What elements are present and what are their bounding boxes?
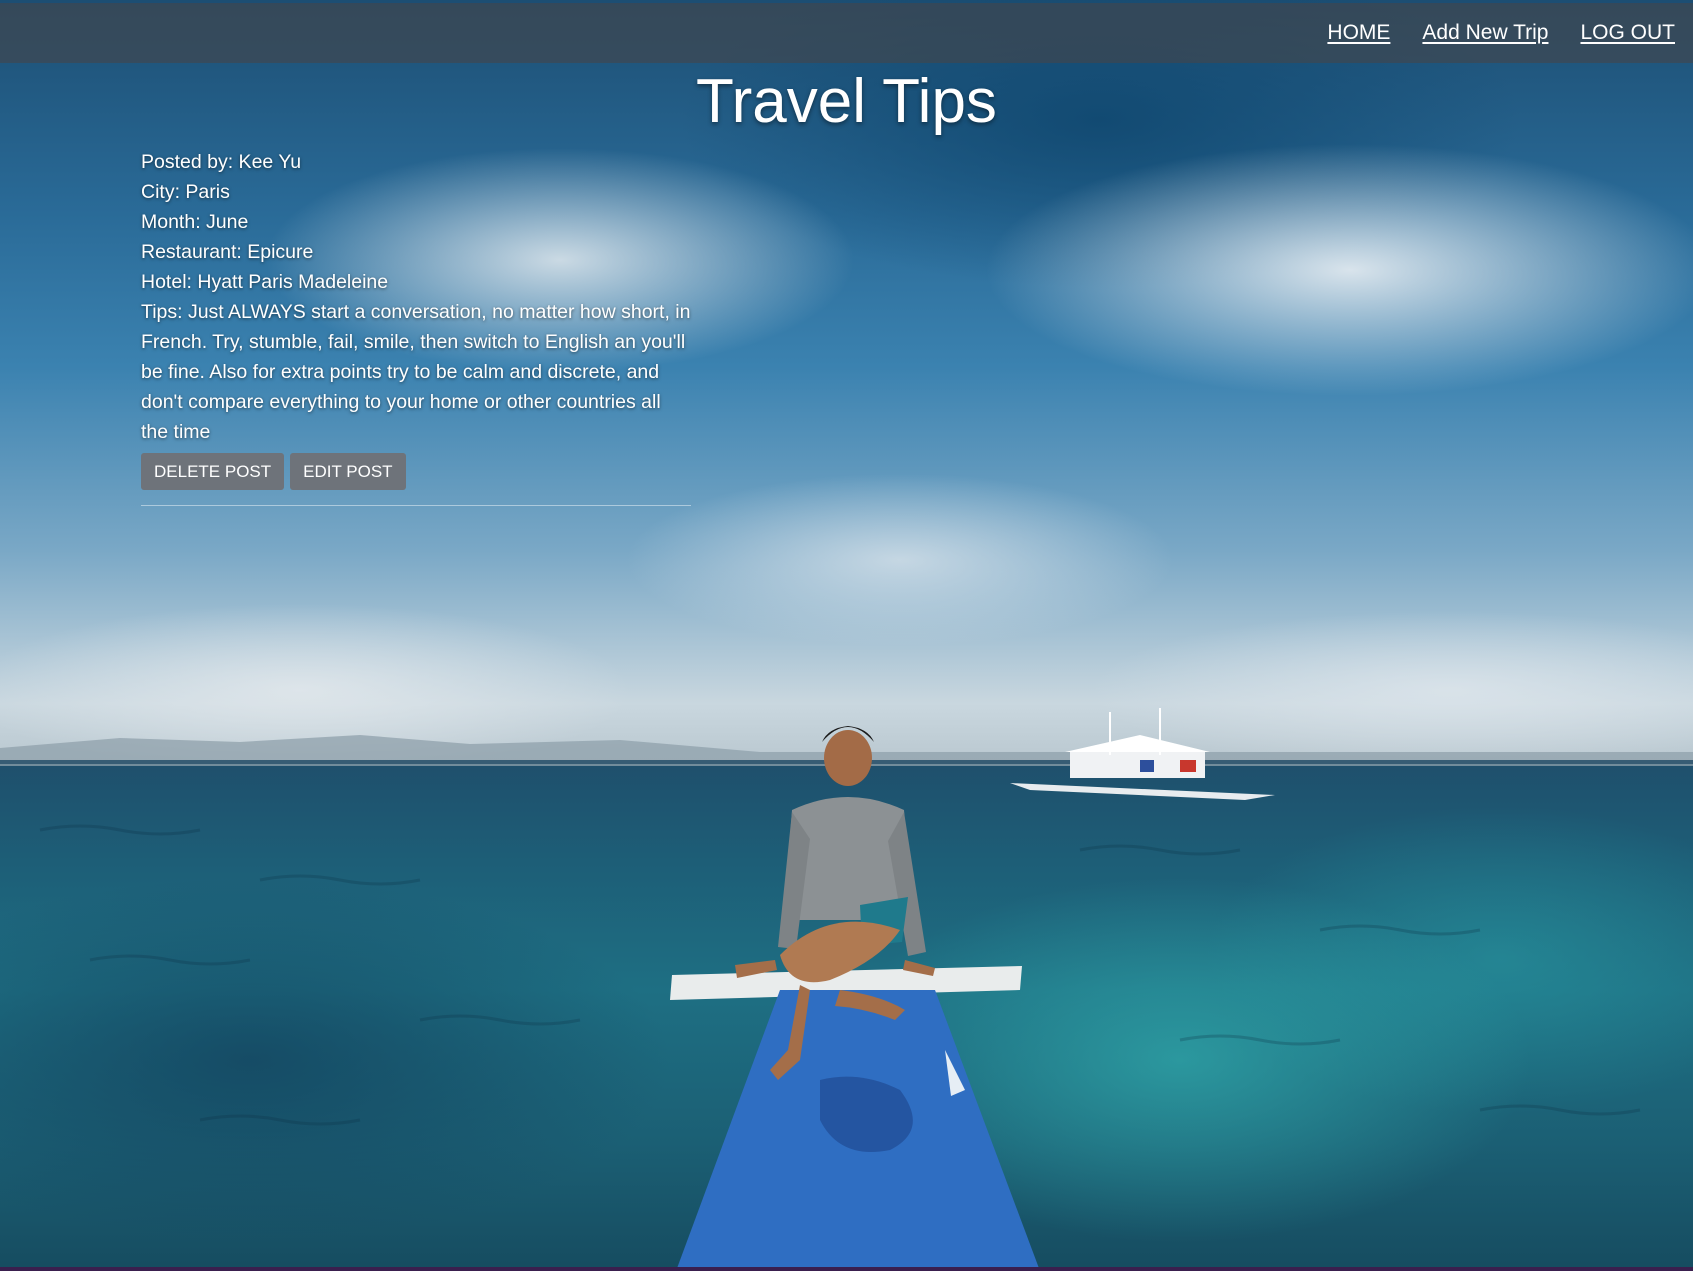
- post-hotel: Hotel: Hyatt Paris Madeleine: [141, 271, 389, 293]
- top-navbar: HOME Add New Trip LOG OUT: [0, 3, 1693, 63]
- post-actions: DELETE POST EDIT POST: [141, 453, 691, 490]
- post-month: Month: June: [141, 211, 249, 233]
- travel-post: Posted by: Kee Yu City: Paris Month: Jun…: [141, 147, 691, 516]
- post-city: City: Paris: [141, 181, 230, 203]
- page: HOME Add New Trip LOG OUT Travel Tips Po…: [0, 0, 1693, 1271]
- post-restaurant: Restaurant: Epicure: [141, 241, 314, 263]
- nav-links: HOME Add New Trip LOG OUT: [1327, 3, 1675, 63]
- nav-home-link[interactable]: HOME: [1327, 21, 1390, 45]
- page-title: Travel Tips: [696, 67, 997, 136]
- edit-post-button[interactable]: EDIT POST: [290, 453, 406, 490]
- bottom-edge: [0, 1267, 1693, 1271]
- nav-log-out-link[interactable]: LOG OUT: [1580, 21, 1675, 45]
- delete-post-button[interactable]: DELETE POST: [141, 453, 285, 490]
- post-author: Posted by: Kee Yu: [141, 151, 302, 173]
- post-tips: Tips: Just ALWAYS start a conversation, …: [141, 301, 691, 443]
- nav-add-new-trip-link[interactable]: Add New Trip: [1422, 21, 1548, 45]
- post-divider: [141, 505, 691, 506]
